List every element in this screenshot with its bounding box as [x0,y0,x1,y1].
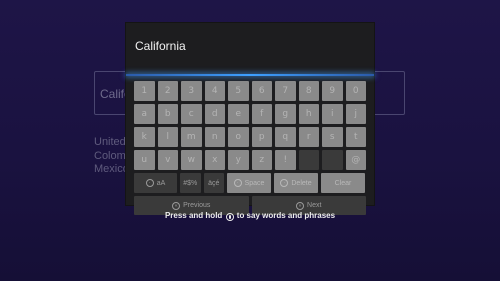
key[interactable]: j [345,104,366,124]
key[interactable]: 3 [181,81,202,101]
key[interactable]: b [157,104,178,124]
key-grid: 1234567890 abcdefghij klmnopqrst u v w x y z!… [134,81,366,215]
space-key-label: Space [244,179,265,187]
key[interactable]: 8 [298,81,319,101]
key[interactable]: f [251,104,272,124]
key[interactable]: r [298,127,319,147]
key[interactable]: c [181,104,202,124]
key[interactable]: @ [345,150,366,170]
key[interactable]: 1 [134,81,155,101]
key[interactable]: p [251,127,272,147]
onscreen-keyboard: California 1234567890 abcdefghij klmnopq… [126,23,374,215]
delete-key-label: Delete [291,179,312,187]
key[interactable]: s [322,127,343,147]
function-key-row: · aA #$% äçé · Space · Delete Clear [134,173,366,193]
key[interactable]: m [181,127,202,147]
key-row-letters-3: u v w x y z! @ [134,150,366,170]
input-focus-underline [126,74,374,76]
key[interactable]: o [228,127,249,147]
case-toggle-key[interactable]: · aA [134,173,177,193]
key[interactable]: 5 [228,81,249,101]
key[interactable]: 4 [204,81,225,101]
key[interactable]: i [322,104,343,124]
case-toggle-label: aA [156,179,166,187]
key[interactable]: y [228,150,249,170]
key[interactable] [298,150,319,170]
key[interactable]: ! [275,150,296,170]
previous-label: Previous [183,202,211,209]
key[interactable]: h [298,104,319,124]
key[interactable]: 6 [251,81,272,101]
key[interactable]: g [275,104,296,124]
key[interactable]: w [181,150,202,170]
key[interactable]: 7 [275,81,296,101]
key[interactable]: u [134,150,155,170]
symbols-key[interactable]: #$% [180,173,201,193]
key-row-letters-1: abcdefghij [134,104,366,124]
rewind-icon: « [172,201,181,210]
clear-key[interactable]: Clear [321,173,365,193]
microphone-icon [225,213,234,221]
delete-key[interactable]: · Delete [274,173,318,193]
key[interactable]: t [345,127,366,147]
key[interactable]: 2 [157,81,178,101]
key[interactable]: l [157,127,178,147]
key[interactable]: d [204,104,225,124]
key[interactable]: 0 [345,81,366,101]
button-hint-icon: · [233,179,242,187]
key[interactable]: e [228,104,249,124]
button-hint-icon: · [145,179,154,187]
next-label: Next [307,202,322,209]
fast-forward-icon: » [296,201,305,210]
key[interactable]: z [251,150,272,170]
button-hint-icon: · [280,179,289,187]
key[interactable]: k [134,127,155,147]
key-row-letters-2: klmnopqrst [134,127,366,147]
keyboard-input-value[interactable]: California [135,39,186,53]
voice-hint: Press and hold to say words and phrases [0,211,500,221]
key[interactable]: n [204,127,225,147]
key[interactable]: a [134,104,155,124]
key[interactable] [322,150,343,170]
key[interactable]: v [157,150,178,170]
key-row-numbers: 1234567890 [134,81,366,101]
key[interactable]: q [275,127,296,147]
space-key[interactable]: · Space [227,173,271,193]
key[interactable]: x [204,150,225,170]
accents-key[interactable]: äçé [203,173,224,193]
voice-hint-text-start: Press and hold [164,211,223,220]
voice-hint-text-end: to say words and phrases [236,211,336,220]
key[interactable]: 9 [322,81,343,101]
